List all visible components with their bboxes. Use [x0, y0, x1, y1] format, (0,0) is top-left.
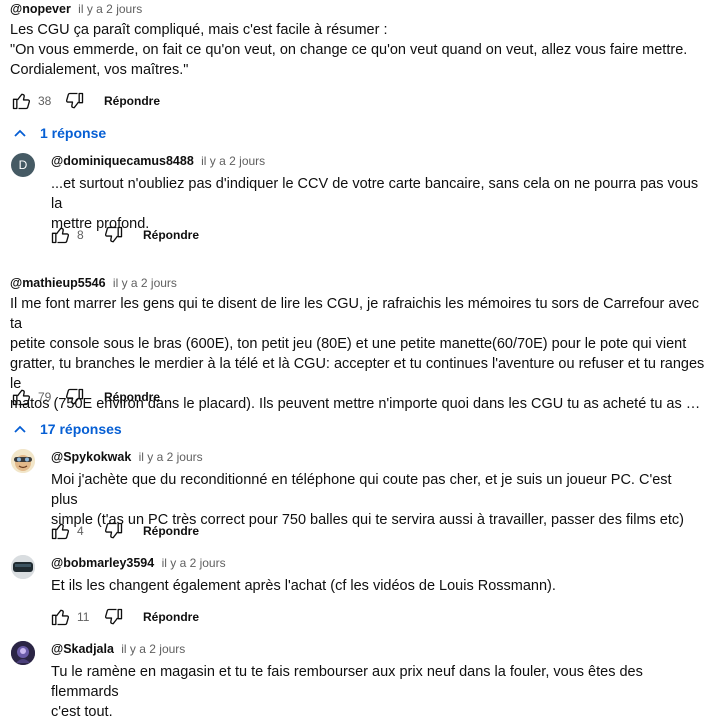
replies-toggle-button[interactable]: 1 réponse: [14, 125, 106, 141]
like-count: 79: [38, 390, 52, 404]
comment-actions: 79 Répondre: [10, 385, 160, 409]
comment-time[interactable]: il y a 2 jours: [139, 450, 203, 464]
avatar[interactable]: [11, 555, 35, 579]
like-count: 11: [77, 610, 90, 624]
thumb-down-icon[interactable]: [64, 90, 86, 112]
avatar[interactable]: [11, 449, 35, 473]
reply-button[interactable]: Répondre: [143, 610, 199, 624]
reply-comment: @Spykokwak il y a 2 jours Moi j'achète q…: [51, 448, 701, 530]
comment-header: @mathieup5546 il y a 2 jours: [10, 274, 705, 292]
like-count: 38: [38, 94, 52, 108]
replies-count: 1 réponse: [40, 125, 107, 141]
avatar-letter: D: [18, 158, 28, 172]
thumb-up-icon[interactable]: [49, 224, 71, 246]
replies-count: 17 réponses: [40, 421, 122, 437]
reply-comment: @Skadjala il y a 2 jours Tu le ramène en…: [51, 640, 706, 722]
comment-header: @bobmarley3594 il y a 2 jours: [51, 554, 701, 572]
chevron-up-icon: [14, 129, 26, 137]
comment-header: @Spykokwak il y a 2 jours: [51, 448, 701, 466]
thumb-up-icon[interactable]: [49, 606, 71, 628]
thumb-down-icon[interactable]: [103, 224, 125, 246]
reply-button[interactable]: Répondre: [143, 524, 199, 538]
comment-header: @dominiquecamus8488 il y a 2 jours: [51, 152, 701, 170]
comment-actions: 4 Répondre: [49, 519, 199, 543]
comment-time[interactable]: il y a 2 jours: [201, 154, 265, 168]
comment-author[interactable]: @nopever: [10, 2, 71, 16]
like-count: 4: [77, 524, 84, 538]
avatar[interactable]: [11, 641, 35, 665]
reply-button[interactable]: Répondre: [143, 228, 199, 242]
chevron-up-icon: [14, 425, 26, 433]
comment-actions: 8 Répondre: [49, 223, 199, 247]
comment: @nopever il y a 2 jours Les CGU ça paraî…: [10, 0, 700, 80]
thumb-down-icon[interactable]: [64, 386, 86, 408]
comment-time[interactable]: il y a 2 jours: [78, 2, 142, 16]
comment-author[interactable]: @mathieup5546: [10, 276, 106, 290]
thumb-down-icon[interactable]: [103, 606, 125, 628]
comment-time[interactable]: il y a 2 jours: [121, 642, 185, 656]
avatar-image: [11, 641, 35, 665]
like-count: 8: [77, 228, 84, 242]
comment-text: Les CGU ça paraît compliqué, mais c'est …: [10, 22, 688, 78]
reply-comment: @bobmarley3594 il y a 2 jours Et ils les…: [51, 554, 701, 596]
comment-header: @Skadjala il y a 2 jours: [51, 640, 706, 658]
avatar-image: [11, 449, 35, 473]
comment-time[interactable]: il y a 2 jours: [162, 556, 226, 570]
comment-actions: 11 Répondre: [49, 605, 199, 629]
replies-toggle-button[interactable]: 17 réponses: [14, 421, 122, 437]
comment-author[interactable]: @Skadjala: [51, 642, 114, 656]
comment-text: Et ils les changent également après l'ac…: [51, 578, 556, 594]
comment-actions: 38 Répondre: [10, 89, 160, 113]
avatar[interactable]: D: [11, 153, 35, 177]
comment-time[interactable]: il y a 2 jours: [113, 276, 177, 290]
comment-header: @nopever il y a 2 jours: [10, 0, 700, 18]
thumb-up-icon[interactable]: [10, 386, 32, 408]
comment-author[interactable]: @dominiquecamus8488: [51, 154, 194, 168]
comment-author[interactable]: @Spykokwak: [51, 450, 131, 464]
reply-button[interactable]: Répondre: [104, 94, 160, 108]
avatar-image: [11, 555, 35, 579]
comment-author[interactable]: @bobmarley3594: [51, 556, 154, 570]
thumb-up-icon[interactable]: [10, 90, 32, 112]
comment-text: Tu le ramène en magasin et tu te fais re…: [51, 664, 643, 720]
reply-button[interactable]: Répondre: [104, 390, 160, 404]
reply-comment: @dominiquecamus8488 il y a 2 jours ...et…: [51, 152, 701, 234]
thumb-up-icon[interactable]: [49, 520, 71, 542]
thumb-down-icon[interactable]: [103, 520, 125, 542]
